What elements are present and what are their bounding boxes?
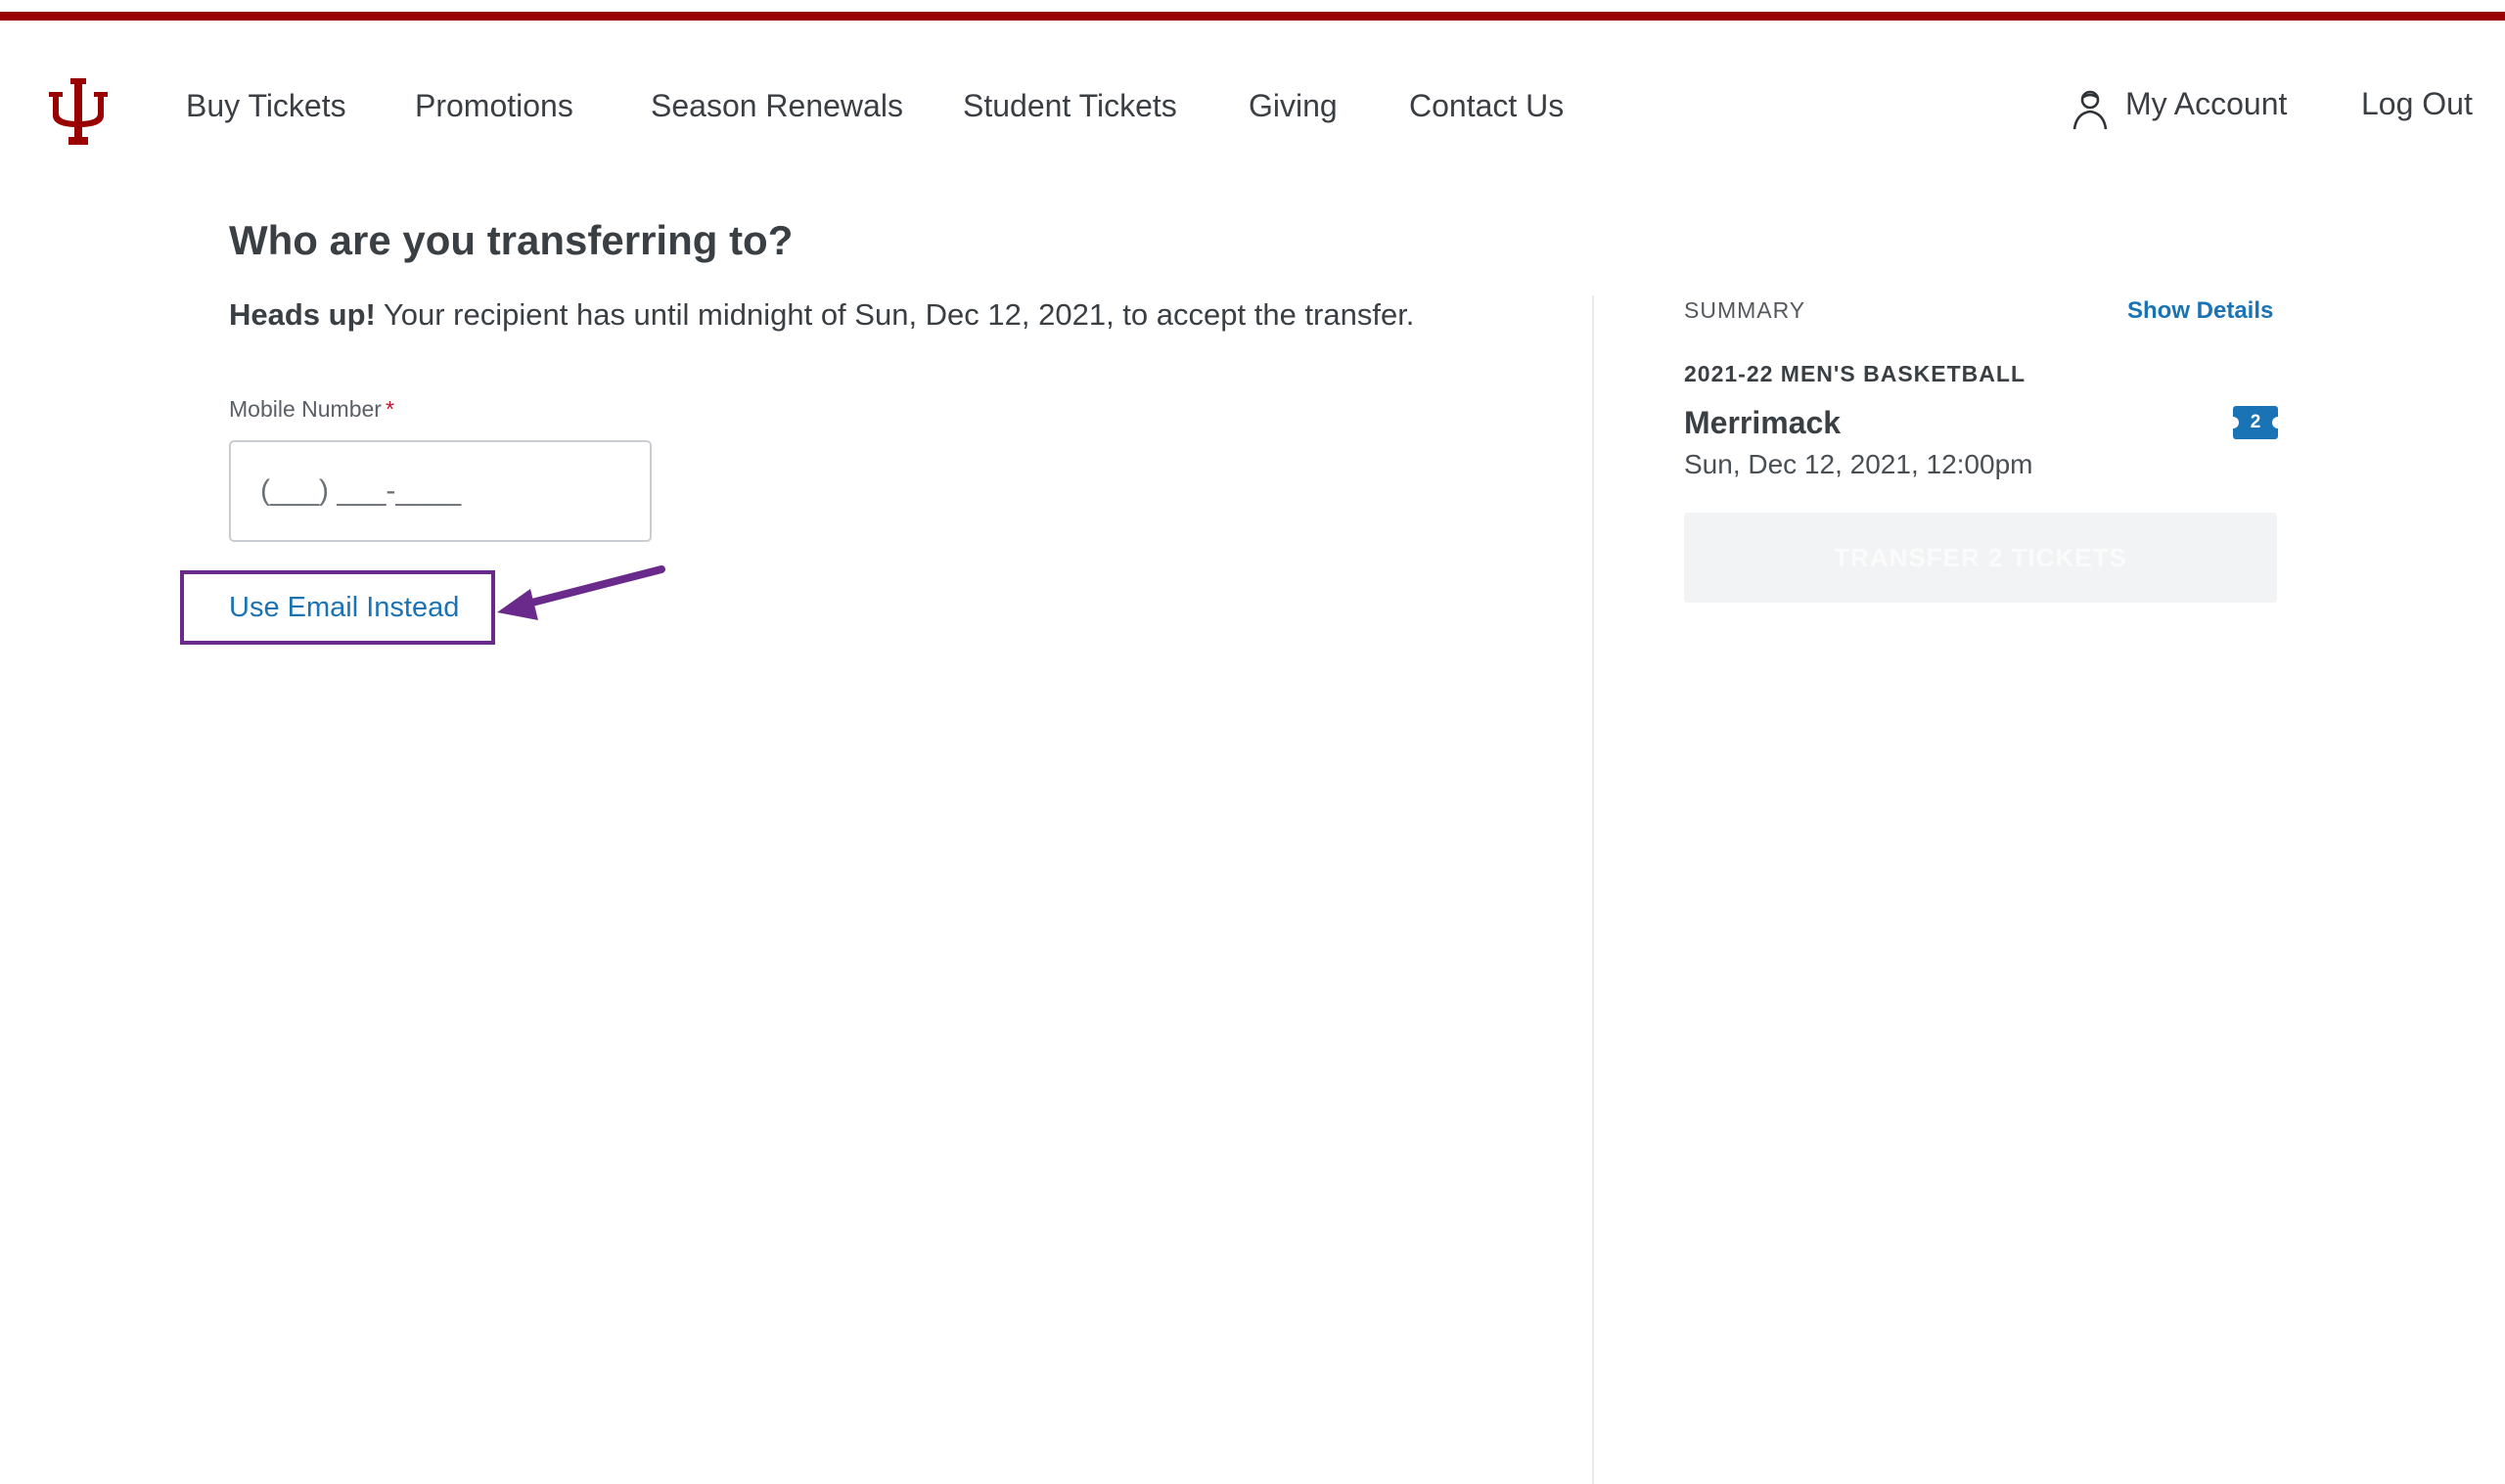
notice-heading: Heads up! <box>229 297 376 332</box>
ticket-count-badge: 2 <box>2227 406 2284 439</box>
page-title: Who are you transferring to? <box>229 217 794 263</box>
nav-season-renewals[interactable]: Season Renewals <box>651 88 903 124</box>
event-date: Sun, Dec 12, 2021, 12:00pm <box>1684 449 2033 479</box>
logout-link[interactable]: Log Out <box>2361 86 2473 122</box>
mobile-label-text: Mobile Number <box>229 396 382 422</box>
user-icon[interactable] <box>2071 88 2110 131</box>
nav-promotions[interactable]: Promotions <box>415 88 573 124</box>
annotation-highlight-box <box>180 570 495 645</box>
transfer-notice: Heads up! Your recipient has until midni… <box>229 297 1414 333</box>
my-account-link[interactable]: My Account <box>2125 86 2287 122</box>
mobile-number-input[interactable] <box>229 440 652 542</box>
nav-contact-us[interactable]: Contact Us <box>1409 88 1564 124</box>
mobile-number-label: Mobile Number * <box>229 396 394 423</box>
column-divider <box>1592 295 1594 1484</box>
event-name: Merrimack <box>1684 405 1842 440</box>
season-name: 2021-22 MEN'S BASKETBALL <box>1684 361 2026 386</box>
brand-top-bar <box>0 12 2505 21</box>
annotation-arrow-icon <box>497 565 665 620</box>
nav-giving[interactable]: Giving <box>1249 88 1338 124</box>
required-marker: * <box>385 396 394 422</box>
notice-text: Your recipient has until midnight of Sun… <box>383 297 1415 332</box>
summary-heading: SUMMARY <box>1684 297 1806 323</box>
nav-student-tickets[interactable]: Student Tickets <box>963 88 1177 124</box>
show-details-link[interactable]: Show Details <box>2127 297 2273 325</box>
iu-logo-icon[interactable] <box>49 78 108 145</box>
nav-buy-tickets[interactable]: Buy Tickets <box>186 88 346 124</box>
transfer-tickets-button[interactable]: TRANSFER 2 TICKETS <box>1684 513 2277 603</box>
